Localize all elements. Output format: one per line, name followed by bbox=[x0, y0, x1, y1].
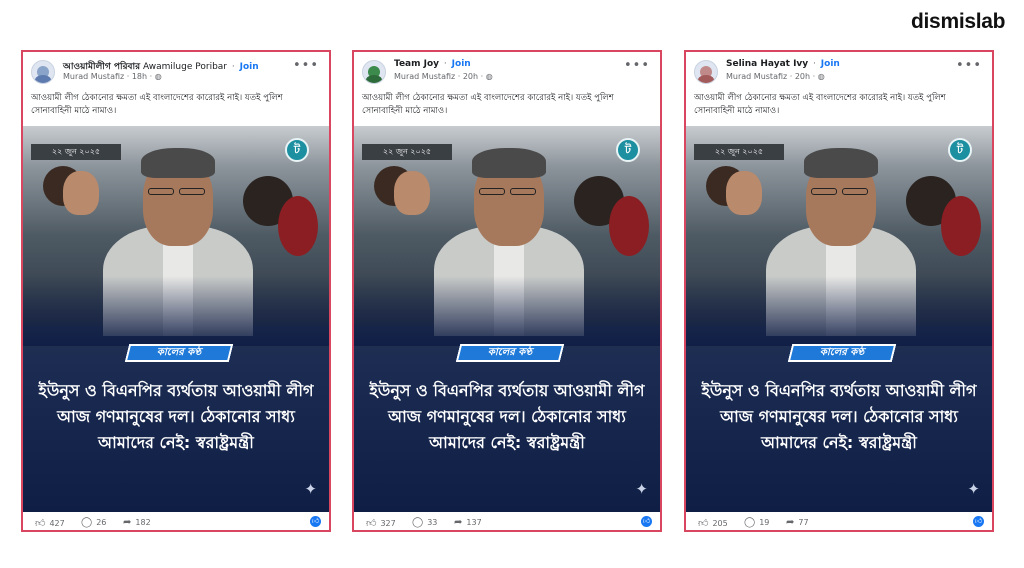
news-headline: ইউনুস ও বিএনপির ব্যর্থতায় আওয়ামী লীগ আ… bbox=[38, 381, 314, 452]
like-reaction-icon: 👍︎ bbox=[641, 516, 652, 527]
date-stamp: ২২ জুন ২০২৫ bbox=[694, 144, 784, 160]
facebook-post-card: আওয়ামীলীগ পরিবার Awamiluge Poribar · Jo… bbox=[21, 50, 331, 532]
post-time[interactable]: 20h bbox=[795, 72, 810, 81]
more-options-icon[interactable]: ••• bbox=[956, 58, 982, 73]
post-header-line: Selina Hayat Ivy · Join bbox=[726, 59, 840, 69]
post-time[interactable]: 20h bbox=[463, 72, 478, 81]
post-header: Team Joy · Join Murad Mustafiz · 20h · ◍… bbox=[354, 52, 660, 90]
like-count[interactable]: 👍︎ 427 bbox=[35, 517, 65, 529]
globe-icon: ◍ bbox=[485, 72, 493, 81]
post-footer: 👍︎ 327 ◯ 33 ➦ 137 👍︎ bbox=[354, 512, 660, 530]
like-icon: 👍︎ bbox=[698, 518, 709, 529]
sparkle-icon: ✦ bbox=[967, 480, 980, 498]
post-footer: 👍︎ 205 ◯ 19 ➦ 77 👍︎ bbox=[686, 512, 992, 530]
join-link[interactable]: Join bbox=[452, 59, 471, 69]
channel-logo-icon: ট bbox=[948, 138, 972, 162]
page-avatar[interactable] bbox=[31, 60, 55, 84]
sparkle-icon: ✦ bbox=[304, 480, 317, 498]
page-avatar[interactable] bbox=[694, 60, 718, 84]
post-meta: Murad Mustafiz · 18h · ◍ bbox=[63, 72, 162, 81]
comment-icon: ◯ bbox=[412, 517, 424, 528]
share-icon: ➦ bbox=[454, 517, 463, 528]
like-reaction-icon: 👍︎ bbox=[310, 516, 321, 527]
author-name[interactable]: Murad Mustafiz bbox=[726, 72, 787, 81]
page-name[interactable]: আওয়ামীলীগ পরিবার bbox=[63, 62, 140, 72]
comment-count[interactable]: ◯ 19 bbox=[744, 517, 769, 528]
channel-logo-icon: ট bbox=[616, 138, 640, 162]
page-name[interactable]: Team Joy bbox=[394, 59, 439, 69]
page-name-alt[interactable]: Awamiluge Poribar bbox=[143, 62, 227, 72]
post-header-line: Team Joy · Join bbox=[394, 59, 471, 69]
page-name[interactable]: Selina Hayat Ivy bbox=[726, 59, 808, 69]
more-options-icon[interactable]: ••• bbox=[293, 58, 319, 73]
like-icon: 👍︎ bbox=[366, 518, 377, 529]
source-badge-text: কালের কণ্ঠ bbox=[819, 347, 865, 358]
comment-icon: ◯ bbox=[744, 517, 756, 528]
post-image[interactable]: ২২ জুন ২০২৫ ট কালের কণ্ঠ ইউনুস ও বিএনপির… bbox=[23, 126, 329, 512]
source-badge-text: কালের কণ্ঠ bbox=[156, 347, 202, 358]
globe-icon: ◍ bbox=[817, 72, 825, 81]
channel-logo-icon: ট bbox=[285, 138, 309, 162]
post-header: আওয়ামীলীগ পরিবার Awamiluge Poribar · Jo… bbox=[23, 52, 329, 90]
source-badge-text: কালের কণ্ঠ bbox=[487, 347, 533, 358]
date-stamp: ২২ জুন ২০২৫ bbox=[31, 144, 121, 160]
like-icon: 👍︎ bbox=[35, 518, 46, 529]
share-count[interactable]: ➦ 182 bbox=[123, 517, 151, 528]
sparkle-icon: ✦ bbox=[635, 480, 648, 498]
news-headline: ইউনুস ও বিএনপির ব্যর্থতায় আওয়ামী লীগ আ… bbox=[701, 381, 977, 452]
author-name[interactable]: Murad Mustafiz bbox=[63, 72, 124, 81]
post-image[interactable]: ২২ জুন ২০২৫ ট কালের কণ্ঠ ইউনুস ও বিএনপির… bbox=[686, 126, 992, 512]
news-headline: ইউনুস ও বিএনপির ব্যর্থতায় আওয়ামী লীগ আ… bbox=[369, 381, 645, 452]
post-image[interactable]: ২২ জুন ২০২৫ ট কালের কণ্ঠ ইউনুস ও বিএনপির… bbox=[354, 126, 660, 512]
post-caption: আওয়ামী লীগ ঠেকানোর ক্ষমতা এই বাংলাদেশের… bbox=[362, 93, 614, 116]
share-icon: ➦ bbox=[123, 517, 132, 528]
like-reaction-icon: 👍︎ bbox=[973, 516, 984, 527]
facebook-post-card: Selina Hayat Ivy · Join Murad Mustafiz ·… bbox=[684, 50, 994, 532]
comment-count[interactable]: ◯ 33 bbox=[412, 517, 437, 528]
comment-icon: ◯ bbox=[81, 517, 93, 528]
post-caption: আওয়ামী লীগ ঠেকানোর ক্ষমতা এই বাংলাদেশের… bbox=[694, 93, 946, 116]
share-count[interactable]: ➦ 77 bbox=[786, 517, 809, 528]
like-count[interactable]: 👍︎ 327 bbox=[366, 517, 396, 529]
dismislab-logo: dismislab bbox=[911, 10, 1006, 33]
date-stamp: ২২ জুন ২০২৫ bbox=[362, 144, 452, 160]
facebook-post-card: Team Joy · Join Murad Mustafiz · 20h · ◍… bbox=[352, 50, 662, 532]
post-caption: আওয়ামী লীগ ঠেকানোর ক্ষমতা এই বাংলাদেশের… bbox=[31, 93, 283, 116]
share-count[interactable]: ➦ 137 bbox=[454, 517, 482, 528]
like-count[interactable]: 👍︎ 205 bbox=[698, 517, 728, 529]
join-link[interactable]: Join bbox=[240, 62, 259, 72]
page-avatar[interactable] bbox=[362, 60, 386, 84]
post-meta: Murad Mustafiz · 20h · ◍ bbox=[394, 72, 493, 81]
post-footer: 👍︎ 427 ◯ 26 ➦ 182 👍︎ bbox=[23, 512, 329, 530]
post-meta: Murad Mustafiz · 20h · ◍ bbox=[726, 72, 825, 81]
comment-count[interactable]: ◯ 26 bbox=[81, 517, 106, 528]
share-icon: ➦ bbox=[786, 517, 795, 528]
more-options-icon[interactable]: ••• bbox=[624, 58, 650, 73]
join-link[interactable]: Join bbox=[821, 59, 840, 69]
author-name[interactable]: Murad Mustafiz bbox=[394, 72, 455, 81]
post-time[interactable]: 18h bbox=[132, 72, 147, 81]
globe-icon: ◍ bbox=[154, 72, 162, 81]
post-header: Selina Hayat Ivy · Join Murad Mustafiz ·… bbox=[686, 52, 992, 90]
